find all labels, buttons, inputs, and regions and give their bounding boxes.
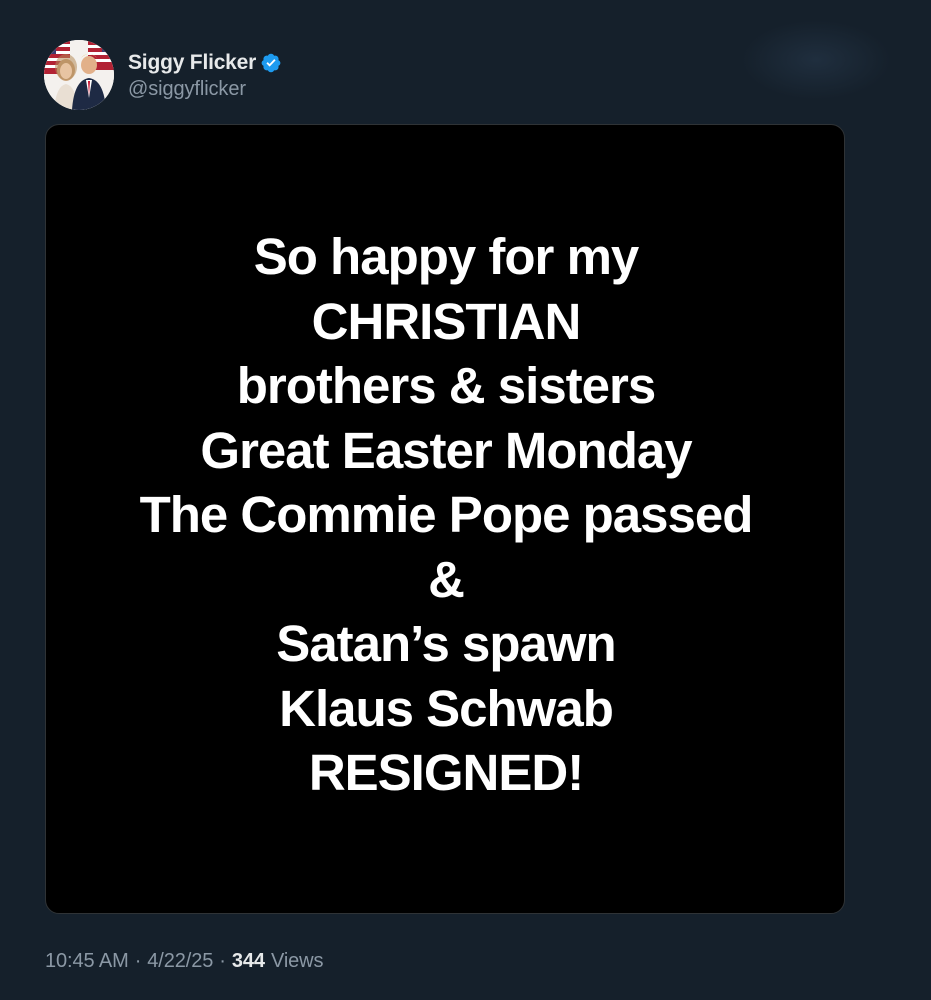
meta-separator: ·	[219, 950, 226, 972]
image-text-line: &	[428, 550, 465, 608]
image-text-line: Great Easter Monday	[200, 421, 692, 479]
verified-badge-icon[interactable]	[260, 52, 282, 74]
views-label: Views	[270, 950, 324, 972]
avatar[interactable]	[44, 40, 114, 110]
tweet-image[interactable]: So happy for my CHRISTIAN brothers & sis…	[45, 124, 845, 914]
username-handle[interactable]: @siggyflicker	[128, 78, 282, 101]
image-text-line: The Commie Pope passed	[139, 486, 754, 543]
image-text-line: brothers & sisters	[236, 357, 657, 414]
tweet-header: Siggy Flicker @siggyflicker	[44, 40, 282, 110]
views-count[interactable]: 344	[232, 950, 265, 973]
image-text-line: RESIGNED!	[308, 744, 584, 801]
user-block: Siggy Flicker @siggyflicker	[128, 50, 282, 101]
tweet: Siggy Flicker @siggyflicker So happy for…	[0, 0, 931, 1000]
display-name[interactable]: Siggy Flicker	[128, 51, 256, 75]
meta-separator: ·	[134, 950, 142, 972]
tweet-meta: 10:45 AM · 4/22/25 · 344 Views	[45, 950, 324, 973]
name-row: Siggy Flicker	[128, 50, 282, 76]
image-text-line: Klaus Schwab	[279, 679, 614, 737]
image-text-line: CHRISTIAN	[311, 292, 582, 350]
image-text-block: So happy for my CHRISTIAN brothers & sis…	[46, 225, 844, 806]
tweet-time[interactable]: 10:45 AM	[45, 950, 129, 973]
image-text-line: Satan’s spawn	[276, 615, 616, 672]
tweet-date[interactable]: 4/22/25	[147, 950, 213, 973]
avatar-photo-icon	[44, 40, 114, 110]
image-text-line: So happy for my	[253, 228, 640, 285]
